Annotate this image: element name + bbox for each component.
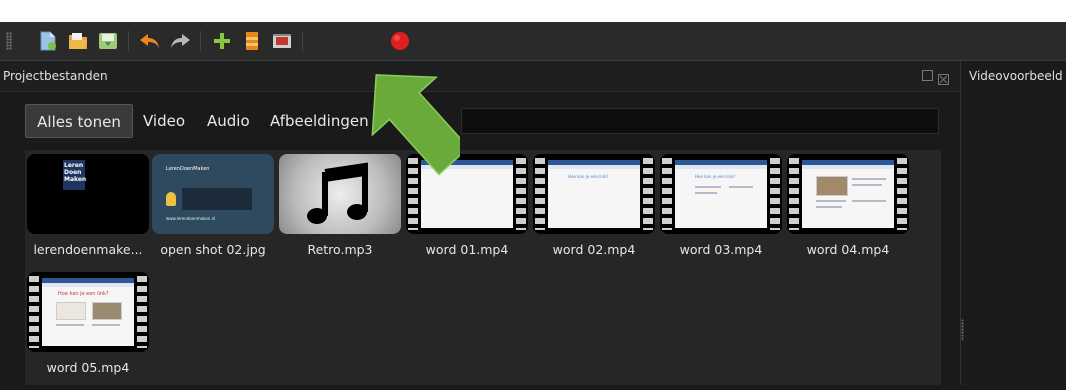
toolbar-separator	[128, 31, 129, 51]
save-project-icon	[99, 33, 117, 49]
video-thumbnail: Hoe kan je een link?	[660, 154, 782, 234]
export-video-button[interactable]	[270, 29, 294, 53]
files-grid: Leren Doen Maken lerendoenmake... LerenD…	[25, 150, 941, 385]
file-item[interactable]: LerenDoenMaken www.lerendoenmaken.nl ope…	[152, 154, 274, 272]
filter-bar: Alles tonen Video Audio Afbeeldingen	[25, 104, 939, 138]
file-thumbnail: LerenDoenMaken www.lerendoenmaken.nl	[152, 154, 274, 234]
redo-button[interactable]	[168, 29, 192, 53]
undock-icon[interactable]	[922, 70, 933, 81]
record-icon	[391, 32, 409, 50]
new-project-icon	[40, 31, 56, 51]
video-frame: Hoe kan je een link?	[42, 278, 134, 346]
close-icon[interactable]	[938, 70, 949, 85]
file-name: word 05.mp4	[46, 360, 130, 375]
lightbulb-image	[166, 192, 176, 206]
main-toolbar	[0, 22, 1066, 61]
add-track-button[interactable]	[210, 29, 234, 53]
file-name: open shot 02.jpg	[160, 242, 266, 257]
file-item[interactable]: Leren Doen Maken lerendoenmake...	[27, 154, 149, 272]
video-preview-title: Videovoorbeeld	[969, 69, 1063, 83]
new-project-button[interactable]	[36, 29, 60, 53]
file-thumbnail: Leren Doen Maken	[27, 154, 149, 234]
video-thumbnail: Hoe kan je een link?	[533, 154, 655, 234]
search-input[interactable]	[461, 108, 939, 134]
undo-button[interactable]	[138, 29, 162, 53]
annotation-arrow-icon	[371, 74, 460, 176]
film-strip-holes	[535, 158, 545, 230]
project-files-header: Projectbestanden	[0, 61, 960, 92]
open-project-button[interactable]	[66, 29, 90, 53]
video-frame: Hoe kan je een link?	[675, 160, 767, 228]
toolbar-separator	[302, 31, 303, 51]
import-files-button[interactable]	[240, 29, 264, 53]
save-project-button[interactable]	[96, 29, 120, 53]
redo-icon	[171, 34, 190, 48]
add-track-icon	[214, 33, 230, 49]
record-button[interactable]	[388, 29, 412, 53]
filter-video-button[interactable]: Video	[143, 104, 185, 138]
filter-show-all-button[interactable]: Alles tonen	[25, 104, 133, 138]
video-frame	[802, 160, 894, 228]
file-name: word 02.mp4	[552, 242, 636, 257]
toolbar-grip[interactable]	[6, 32, 12, 50]
video-thumbnail	[787, 154, 909, 234]
film-strip-holes	[516, 158, 526, 230]
file-item[interactable]: word 04.mp4	[787, 154, 909, 272]
film-strip-holes	[662, 158, 672, 230]
file-name: Retro.mp3	[307, 242, 373, 257]
film-strip-holes	[789, 158, 799, 230]
export-video-icon	[273, 34, 291, 48]
screenshot-preview	[182, 188, 252, 210]
file-name: word 04.mp4	[806, 242, 890, 257]
open-project-icon	[69, 33, 87, 49]
file-item[interactable]: Hoe kan je een link? word 05.mp4	[27, 272, 149, 390]
film-strip-holes	[643, 158, 653, 230]
import-files-icon	[246, 32, 258, 50]
file-name: word 01.mp4	[425, 242, 509, 257]
film-strip-holes	[29, 276, 39, 348]
file-name: lerendoenmake...	[33, 242, 143, 257]
panel-title: Projectbestanden	[3, 69, 108, 83]
video-preview-panel: Videovoorbeeld	[960, 61, 1066, 385]
toolbar-separator	[200, 31, 201, 51]
window-top-strip	[0, 0, 1066, 22]
film-strip-holes	[770, 158, 780, 230]
logo-image: Leren Doen Maken	[63, 160, 86, 190]
file-item[interactable]: Hoe kan je een link? word 03.mp4	[660, 154, 782, 272]
video-frame: Hoe kan je een link?	[548, 160, 640, 228]
panel-resize-handle[interactable]	[961, 319, 964, 341]
undo-icon	[140, 34, 159, 48]
film-strip-holes	[897, 158, 907, 230]
video-thumbnail: Hoe kan je een link?	[27, 272, 149, 352]
film-strip-holes	[137, 276, 147, 348]
file-item[interactable]: Hoe kan je een link? word 02.mp4	[533, 154, 655, 272]
file-name: word 03.mp4	[679, 242, 763, 257]
filter-images-button[interactable]: Afbeeldingen	[270, 104, 369, 138]
filter-audio-button[interactable]: Audio	[207, 104, 250, 138]
